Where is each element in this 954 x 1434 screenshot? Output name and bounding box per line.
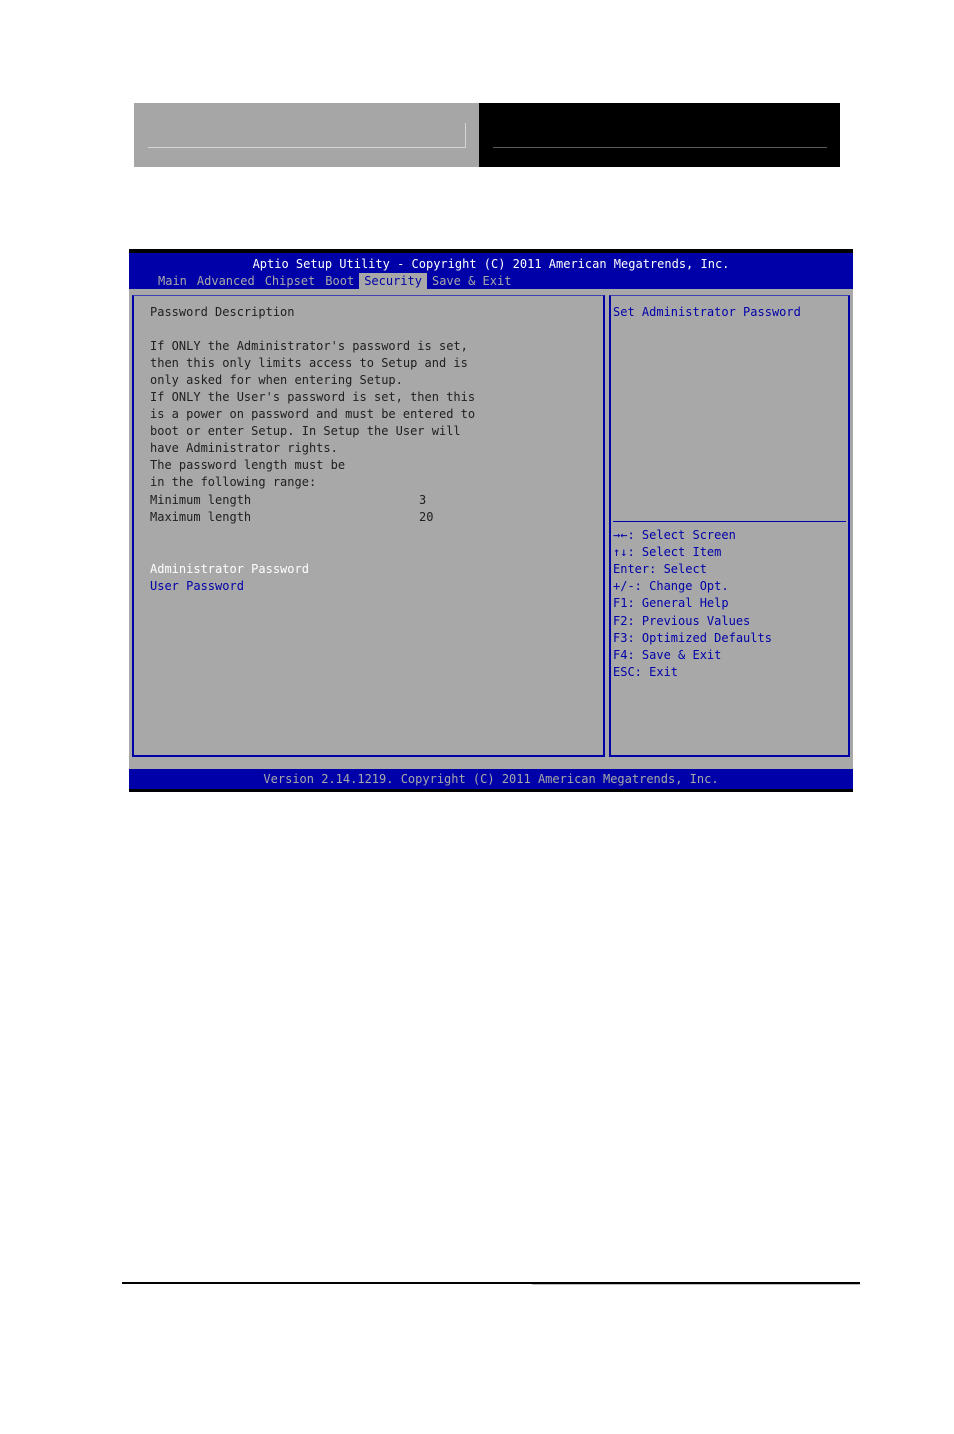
tab-boot[interactable]: Boot [320,273,359,290]
description-line: in the following range: [150,475,317,489]
bios-screen: Aptio Setup Utility - Copyright (C) 2011… [129,249,853,792]
tab-chipset[interactable]: Chipset [260,273,321,290]
key-hint-f1: F1: General Help [613,596,729,610]
min-length-value: 3 [419,493,427,507]
description-heading: Password Description [150,305,295,319]
header-left-tick [465,123,466,148]
key-hint-f4: F4: Save & Exit [613,648,722,662]
key-hint-f3: F3: Optimized Defaults [613,631,772,645]
bios-tab-bar: Main Advanced Chipset Boot Security Save… [153,273,516,290]
header-right-panel [479,103,840,167]
tab-main[interactable]: Main [153,273,192,290]
min-length-label: Minimum length [150,493,252,507]
key-hint-select-item: ↑↓: Select Item [613,545,722,559]
help-text: Set Administrator Password [613,305,801,319]
header-left-rule [148,147,466,148]
help-separator [613,521,846,522]
tab-security[interactable]: Security [359,273,427,290]
tab-save-exit[interactable]: Save & Exit [427,273,516,290]
max-length-label: Maximum length [150,510,252,524]
key-hint-change-opt: +/-: Change Opt. [613,579,729,593]
settings-pane: Password Description If ONLY the Adminis… [132,295,605,757]
description-line: then this only limits access to Setup an… [150,356,468,370]
description-line: The password length must be [150,458,346,472]
description-line: only asked for when entering Setup. [150,373,403,387]
bios-version: Version 2.14.1219. Copyright (C) 2011 Am… [263,772,719,786]
max-length-value: 20 [419,510,434,524]
key-hint-select-screen: →←: Select Screen [613,528,736,542]
bios-status-bar: Version 2.14.1219. Copyright (C) 2011 Am… [129,769,853,789]
description-line: If ONLY the Administrator's password is … [150,339,468,353]
key-hint-f2: F2: Previous Values [613,614,751,628]
administrator-password-item[interactable]: Administrator Password [150,561,309,578]
tab-advanced[interactable]: Advanced [192,273,260,290]
key-hint-enter: Enter: Select [613,562,707,576]
bios-title: Aptio Setup Utility - Copyright (C) 2011… [252,257,730,271]
user-password-item[interactable]: User Password [150,578,244,595]
bios-title-bar: Aptio Setup Utility - Copyright (C) 2011… [129,253,853,290]
description-line: have Administrator rights. [150,441,338,455]
key-hint-esc: ESC: Exit [613,665,679,679]
description-line: boot or enter Setup. In Setup the User w… [150,424,461,438]
help-pane: Set Administrator Password →←: Select Sc… [609,295,850,757]
header-left-panel [134,103,479,167]
footer-rule-shadow [532,1284,860,1285]
description-line: is a power on password and must be enter… [150,407,476,421]
description-line: If ONLY the User's password is set, then… [150,390,476,404]
bios-body: Password Description If ONLY the Adminis… [129,289,853,769]
header-right-rule [493,147,827,148]
